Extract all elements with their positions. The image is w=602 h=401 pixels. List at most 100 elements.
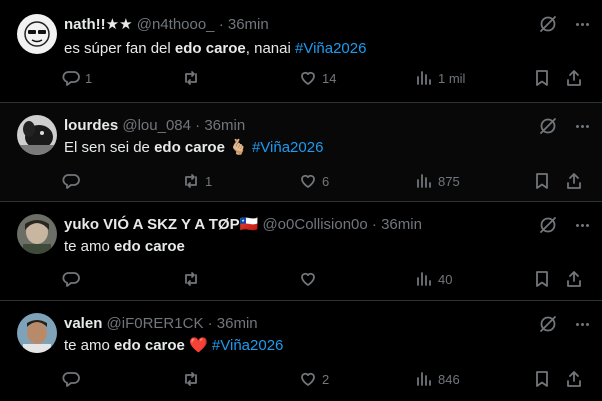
view-count: 1 mil [438, 70, 466, 86]
repost-icon [185, 372, 197, 386]
text-segment-bold: edo caroe [154, 139, 225, 156]
bookmark-button[interactable] [533, 367, 551, 391]
reply-button[interactable] [62, 169, 85, 193]
reply-icon [62, 71, 80, 86]
action-bar: 1 14 1 mil [0, 66, 602, 90]
view-count: 40 [438, 271, 453, 287]
separator-dot: · [218, 16, 224, 33]
like-button[interactable]: 2 [299, 367, 329, 391]
separator-dot: · [371, 216, 377, 233]
reply-icon [62, 272, 80, 287]
share-button[interactable] [565, 367, 583, 391]
bookmark-icon [536, 371, 548, 387]
views-icon [417, 71, 431, 85]
reply-button[interactable] [62, 267, 85, 291]
like-count: 2 [322, 371, 330, 387]
share-button[interactable] [565, 66, 583, 90]
grok-icon[interactable] [538, 14, 558, 34]
display-name[interactable]: yuko VIÓ A SKZ Y A TØP🇨🇱 [64, 216, 258, 233]
reply-button[interactable]: 1 [62, 66, 92, 90]
timestamp[interactable]: 36min [228, 16, 269, 33]
grok-icon[interactable] [538, 215, 558, 235]
bookmark-button[interactable] [533, 267, 551, 291]
action-bar: 1 6 875 [0, 169, 602, 193]
views-button[interactable]: 846 [415, 367, 460, 391]
post-text: El sen sei de edo caroe 🫰🏼 #Viña2026 [64, 138, 323, 158]
bookmark-button[interactable] [533, 169, 551, 193]
share-icon [567, 173, 581, 189]
more-icon[interactable] [572, 215, 592, 235]
reply-icon [62, 174, 80, 189]
like-count: 14 [322, 70, 337, 86]
text-segment: ❤️ [184, 337, 212, 354]
heart-icon [301, 71, 315, 85]
repost-icon [185, 71, 197, 85]
timestamp[interactable]: 36min [204, 117, 245, 134]
repost-button[interactable] [182, 367, 205, 391]
repost-button[interactable]: 1 [182, 169, 212, 193]
post-card[interactable]: yuko VIÓ A SKZ Y A TØP🇨🇱 @o0Collision0o … [0, 202, 602, 301]
post-header: nath!!★★ @n4thooo_ · 36min [64, 15, 269, 35]
text-segment-bold: edo caroe [114, 337, 185, 354]
more-icon[interactable] [572, 116, 592, 136]
more-icon[interactable] [572, 14, 592, 34]
share-button[interactable] [565, 169, 583, 193]
views-icon [417, 372, 431, 386]
hashtag-link[interactable]: #Viña2026 [212, 337, 283, 354]
text-segment-bold: edo caroe [174, 40, 246, 57]
grok-icon[interactable] [538, 116, 558, 136]
view-count: 846 [438, 371, 460, 387]
separator-dot: · [207, 315, 213, 332]
views-button[interactable]: 875 [415, 169, 460, 193]
text-segment: 🫰🏼 [224, 139, 252, 156]
repost-count: 1 [205, 173, 213, 189]
share-button[interactable] [565, 267, 583, 291]
repost-button[interactable] [182, 267, 205, 291]
post-card[interactable]: lourdes @lou_084 · 36min El sen sei de e… [0, 103, 602, 202]
text-segment-bold: edo caroe [114, 238, 185, 255]
like-button[interactable]: 6 [299, 169, 329, 193]
bookmark-button[interactable] [533, 66, 551, 90]
hashtag-link[interactable]: #Viña2026 [252, 139, 323, 156]
repost-button[interactable] [182, 66, 205, 90]
display-name[interactable]: valen [64, 315, 102, 332]
heart-icon [301, 174, 315, 188]
reply-icon [62, 372, 80, 387]
views-button[interactable]: 40 [415, 267, 452, 291]
reply-button[interactable] [62, 367, 85, 391]
handle[interactable]: @iF0RER1CK [107, 315, 204, 332]
bookmark-icon [536, 70, 548, 86]
avatar[interactable] [17, 115, 57, 155]
hashtag-link[interactable]: #Viña2026 [295, 40, 366, 57]
handle[interactable]: @n4thooo_ [137, 16, 215, 33]
avatar[interactable] [17, 313, 57, 353]
timestamp[interactable]: 36min [381, 216, 422, 233]
text-segment: , nanai [245, 40, 295, 57]
views-icon [417, 272, 431, 286]
avatar[interactable] [17, 14, 57, 54]
like-button[interactable] [299, 267, 322, 291]
handle[interactable]: @o0Collision0o [262, 216, 367, 233]
timestamp[interactable]: 36min [217, 315, 258, 332]
display-name[interactable]: nath!!★★ [64, 16, 133, 33]
share-icon [567, 371, 581, 387]
views-icon [417, 174, 431, 188]
separator-dot: · [195, 117, 201, 134]
like-count: 6 [322, 173, 330, 189]
post-card[interactable]: valen @iF0RER1CK · 36min te amo edo caro… [0, 301, 602, 401]
grok-icon[interactable] [538, 314, 558, 334]
handle[interactable]: @lou_084 [122, 117, 191, 134]
repost-icon [185, 174, 197, 188]
post-header: lourdes @lou_084 · 36min [64, 116, 245, 136]
avatar[interactable] [17, 214, 57, 254]
post-text: es súper fan del edo caroe, nanai #Viña2… [64, 39, 366, 59]
display-name[interactable]: lourdes [64, 117, 118, 134]
like-button[interactable]: 14 [299, 66, 336, 90]
more-icon[interactable] [572, 314, 592, 334]
views-button[interactable]: 1 mil [415, 66, 465, 90]
bookmark-icon [536, 173, 548, 189]
post-card[interactable]: nath!!★★ @n4thooo_ · 36min es súper fan … [0, 0, 602, 103]
action-bar: 2 846 [0, 367, 602, 391]
timeline-feed: nath!!★★ @n4thooo_ · 36min es súper fan … [0, 0, 602, 401]
heart-icon [301, 372, 315, 386]
